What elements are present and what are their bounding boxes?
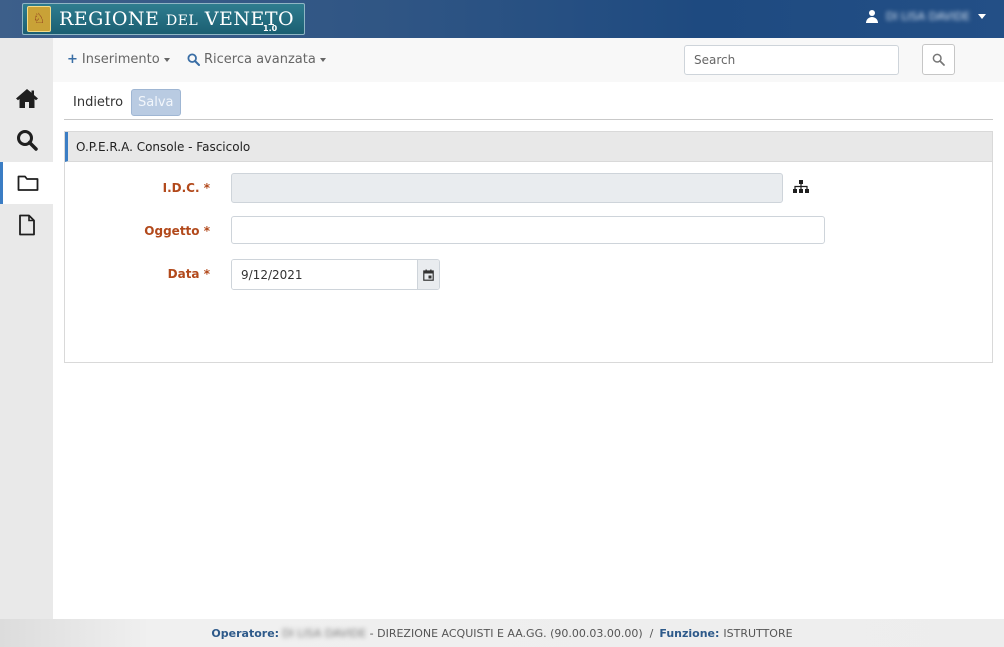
search-input[interactable]	[684, 45, 899, 75]
date-picker	[231, 259, 440, 290]
idc-field	[231, 173, 783, 203]
calendar-icon	[423, 269, 434, 281]
logo-text: REGIONE DEL VENETO	[59, 8, 295, 30]
fascicolo-panel: O.P.E.R.A. Console - Fascicolo I.D.C. * …	[64, 131, 993, 363]
status-footer: Operatore: DI LISA DAVIDE - DIREZIONE AC…	[0, 619, 1004, 647]
panel-title: O.P.E.R.A. Console - Fascicolo	[65, 132, 992, 162]
user-name: DI LISA DAVIDE	[885, 10, 970, 23]
insert-menu-button[interactable]: + Inserimento	[67, 52, 170, 67]
search-icon	[16, 130, 38, 151]
oggetto-field[interactable]	[231, 216, 825, 244]
data-field[interactable]	[232, 260, 417, 289]
toolbar: + Inserimento Ricerca avanzata	[53, 38, 1004, 82]
back-button[interactable]: Indietro	[64, 89, 132, 116]
calendar-button[interactable]	[417, 260, 439, 289]
chevron-down-icon	[163, 57, 170, 62]
plus-icon: +	[67, 52, 78, 67]
function-value: ISTRUTTORE	[723, 626, 793, 640]
search-icon	[932, 53, 945, 66]
app-header: ♘ REGIONE DEL VENETO 1.0 DI LISA DAVIDE	[0, 0, 1004, 38]
tree-select-button[interactable]	[792, 179, 810, 197]
advanced-search-menu-button[interactable]: Ricerca avanzata	[187, 52, 326, 67]
operator-name: DI LISA DAVIDE	[282, 626, 367, 640]
data-label: Data *	[167, 267, 210, 281]
function-label: Funzione:	[659, 626, 720, 640]
search-button[interactable]	[922, 44, 955, 75]
idc-label: I.D.C. *	[162, 181, 210, 195]
sidebar-item-search[interactable]	[0, 119, 53, 161]
sidebar-item-document[interactable]	[0, 204, 53, 246]
search-icon	[187, 53, 200, 66]
home-icon	[15, 88, 38, 108]
user-icon	[865, 10, 878, 23]
sidebar	[0, 38, 53, 647]
file-icon	[18, 214, 35, 236]
user-menu[interactable]: DI LISA DAVIDE	[865, 10, 986, 23]
chevron-down-icon	[978, 14, 986, 19]
chevron-down-icon	[319, 57, 326, 62]
folder-icon	[17, 175, 39, 191]
save-button[interactable]: Salva	[131, 89, 181, 116]
lion-emblem-icon: ♘	[27, 6, 51, 32]
app-version: 1.0	[263, 24, 278, 33]
operator-label: Operatore:	[211, 626, 280, 640]
sidebar-item-folder[interactable]	[0, 162, 53, 204]
oggetto-label: Oggetto *	[144, 224, 210, 238]
sitemap-icon	[793, 180, 809, 193]
action-bar: Indietro Salva	[64, 88, 993, 120]
department-text: - DIREZIONE ACQUISTI E AA.GG. (90.00.03.…	[366, 626, 654, 640]
sidebar-item-home[interactable]	[0, 77, 53, 119]
